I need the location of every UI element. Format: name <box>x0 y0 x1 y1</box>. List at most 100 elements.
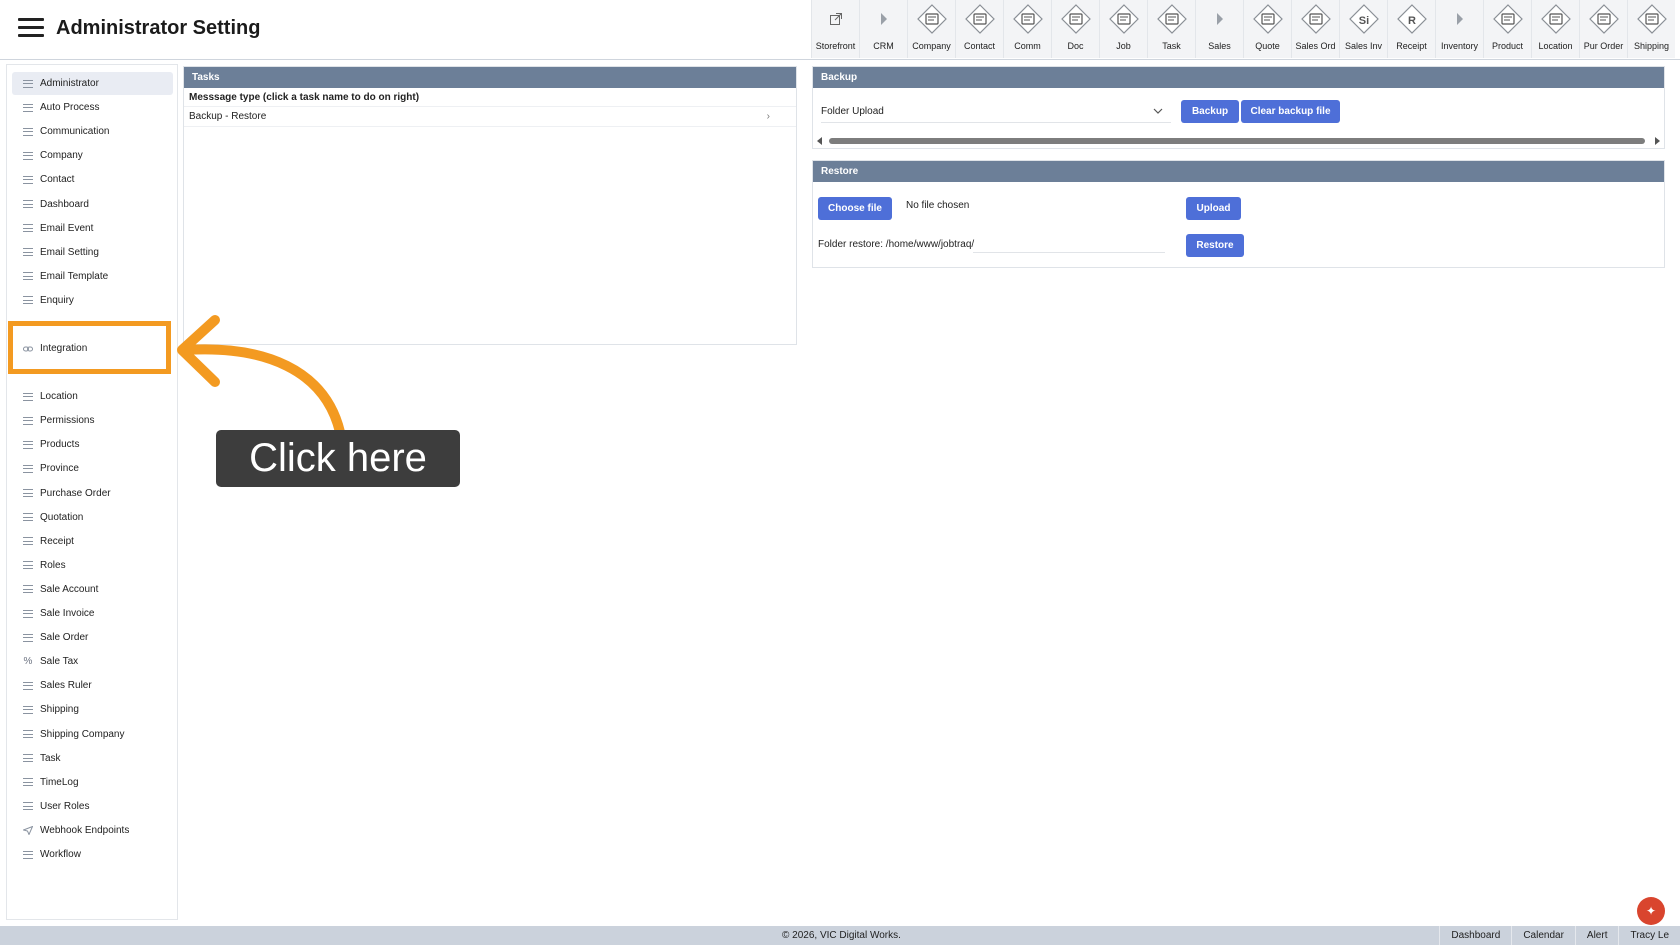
toolbar-item-crm[interactable]: CRM <box>859 0 907 58</box>
sidebar-item-sale-tax[interactable]: % Sale Tax <box>12 650 173 673</box>
hamburger-menu-icon[interactable] <box>18 18 44 38</box>
sidebar-item-auto-process[interactable]: Auto Process <box>12 96 173 119</box>
horizontal-scrollbar[interactable] <box>817 137 1660 145</box>
toolbar-item-sales-ord[interactable]: Sales Ord <box>1291 0 1339 58</box>
percent-icon: % <box>23 656 33 668</box>
sidebar-item-label: Company <box>40 150 83 162</box>
toolbar-item-task[interactable]: Task <box>1147 0 1195 58</box>
toolbar-item-contact[interactable]: Contact <box>955 0 1003 58</box>
task-row-backup-restore[interactable]: Backup - Restore › <box>184 107 796 127</box>
sidebar-item-products[interactable]: Products <box>12 433 173 456</box>
svg-text:Si: Si <box>1358 15 1368 27</box>
sales-order-icon <box>1300 0 1332 38</box>
sidebar-item-workflow[interactable]: Workflow <box>12 843 173 866</box>
app-footer: © 2026, VIC Digital Works. Dashboard Cal… <box>0 926 1680 945</box>
sales-invoice-icon: Si <box>1348 0 1380 38</box>
toolbar-item-shipping[interactable]: Shipping <box>1627 0 1675 58</box>
sidebar-item-enquiry[interactable]: Enquiry <box>12 289 173 312</box>
sidebar-item-contact[interactable]: Contact <box>12 168 173 191</box>
sidebar-item-company[interactable]: Company <box>12 144 173 167</box>
toolbar-item-doc[interactable]: Doc <box>1051 0 1099 58</box>
sidebar-item-quotation[interactable]: Quotation <box>12 506 173 529</box>
sidebar-item-label: Email Setting <box>40 246 99 258</box>
sidebar-item-timelog[interactable]: TimeLog <box>12 771 173 794</box>
sidebar-item-email-setting[interactable]: Email Setting <box>12 241 173 264</box>
sidebar-item-label: Shipping <box>40 704 79 716</box>
toolbar-item-location[interactable]: Location <box>1531 0 1579 58</box>
toolbar-label: Job <box>1116 41 1131 51</box>
toolbar-item-receipt[interactable]: R Receipt <box>1387 0 1435 58</box>
folder-restore-input[interactable] <box>973 233 1165 253</box>
settings-sidebar: Administrator Auto Process Communication Co… <box>6 64 178 920</box>
toolbar-label: Receipt <box>1396 41 1427 51</box>
sidebar-item-sale-account[interactable]: Sale Account <box>12 578 173 601</box>
footer-link-calendar[interactable]: Calendar <box>1511 926 1575 945</box>
list-icon <box>22 705 34 715</box>
sidebar-item-communication[interactable]: Communication <box>12 120 173 143</box>
toolbar-item-sales-inv[interactable]: Si Sales Inv <box>1339 0 1387 58</box>
sidebar-item-task[interactable]: Task <box>12 747 173 770</box>
restore-button[interactable]: Restore <box>1186 234 1244 257</box>
scrollbar-thumb[interactable] <box>829 138 1645 144</box>
sidebar-item-location[interactable]: Location <box>12 385 173 408</box>
toolbar-item-job[interactable]: Job <box>1099 0 1147 58</box>
sidebar-item-shipping-company[interactable]: Shipping Company <box>12 723 173 746</box>
caret-right-icon <box>1444 0 1476 38</box>
sidebar-item-roles[interactable]: Roles <box>12 554 173 577</box>
toolbar-item-quote[interactable]: Quote <box>1243 0 1291 58</box>
sidebar-item-dashboard[interactable]: Dashboard <box>12 193 173 216</box>
list-icon <box>22 512 34 522</box>
footer-link-alert[interactable]: Alert <box>1574 926 1619 945</box>
sidebar-item-email-event[interactable]: Email Event <box>12 217 173 240</box>
toolbar-label: Contact <box>963 41 996 51</box>
sidebar-item-webhook-endpoints[interactable]: Webhook Endpoints <box>12 819 173 842</box>
sidebar-item-administrator[interactable]: Administrator <box>12 72 173 95</box>
toolbar-label: Company <box>912 41 951 51</box>
assistant-sparkle-icon[interactable]: ✦ <box>1637 897 1665 925</box>
toolbar-item-storefront[interactable]: Storefront <box>811 0 859 58</box>
clear-backup-file-button[interactable]: Clear backup file <box>1241 100 1340 123</box>
sidebar-item-sale-order[interactable]: Sale Order <box>12 626 173 649</box>
chevron-right-icon: › <box>766 111 770 122</box>
caret-right-icon <box>1204 0 1236 38</box>
list-icon <box>22 127 34 137</box>
restore-panel: Restore Choose file No file chosen Uploa… <box>812 160 1665 268</box>
toolbar-item-comm[interactable]: Comm <box>1003 0 1051 58</box>
toolbar-item-company[interactable]: Company <box>907 0 955 58</box>
sidebar-item-receipt[interactable]: Receipt <box>12 530 173 553</box>
sidebar-item-email-template[interactable]: Email Template <box>12 265 173 288</box>
toolbar-item-product[interactable]: Product <box>1483 0 1531 58</box>
toolbar-label: Comm <box>1014 41 1041 51</box>
list-icon <box>22 609 34 619</box>
external-link-icon <box>820 0 852 38</box>
sidebar-item-user-roles[interactable]: User Roles <box>12 795 173 818</box>
sidebar-item-label: Purchase Order <box>40 487 111 499</box>
scroll-left-icon[interactable] <box>817 137 822 145</box>
sidebar-item-province[interactable]: Province <box>12 457 173 480</box>
list-icon <box>22 103 34 113</box>
toolbar-label: Sales Inv <box>1344 41 1383 51</box>
toolbar-label: CRM <box>873 41 894 51</box>
list-icon <box>22 584 34 594</box>
scroll-right-icon[interactable] <box>1655 137 1660 145</box>
backup-folder-select[interactable]: Folder Upload <box>821 101 1171 123</box>
footer-link-user[interactable]: Tracy Le <box>1618 926 1680 945</box>
sidebar-item-sale-invoice[interactable]: Sale Invoice <box>12 602 173 625</box>
toolbar-item-sales[interactable]: Sales <box>1195 0 1243 58</box>
toolbar-item-inventory[interactable]: Inventory <box>1435 0 1483 58</box>
toolbar-label: Shipping <box>1633 41 1670 51</box>
toolbar-label: Storefront <box>815 41 856 51</box>
send-icon <box>22 825 34 835</box>
upload-button[interactable]: Upload <box>1186 197 1241 220</box>
list-icon <box>22 79 34 89</box>
backup-panel-title: Backup <box>813 67 1664 88</box>
footer-link-dashboard[interactable]: Dashboard <box>1439 926 1511 945</box>
sidebar-item-sales-ruler[interactable]: Sales Ruler <box>12 674 173 697</box>
sidebar-item-label: Province <box>40 463 79 475</box>
toolbar-item-pur-order[interactable]: Pur Order <box>1579 0 1627 58</box>
backup-button[interactable]: Backup <box>1181 100 1239 123</box>
sidebar-item-permissions[interactable]: Permissions <box>12 409 173 432</box>
sidebar-item-purchase-order[interactable]: Purchase Order <box>12 482 173 505</box>
sidebar-item-shipping[interactable]: Shipping <box>12 698 173 721</box>
choose-file-button[interactable]: Choose file <box>818 197 892 220</box>
